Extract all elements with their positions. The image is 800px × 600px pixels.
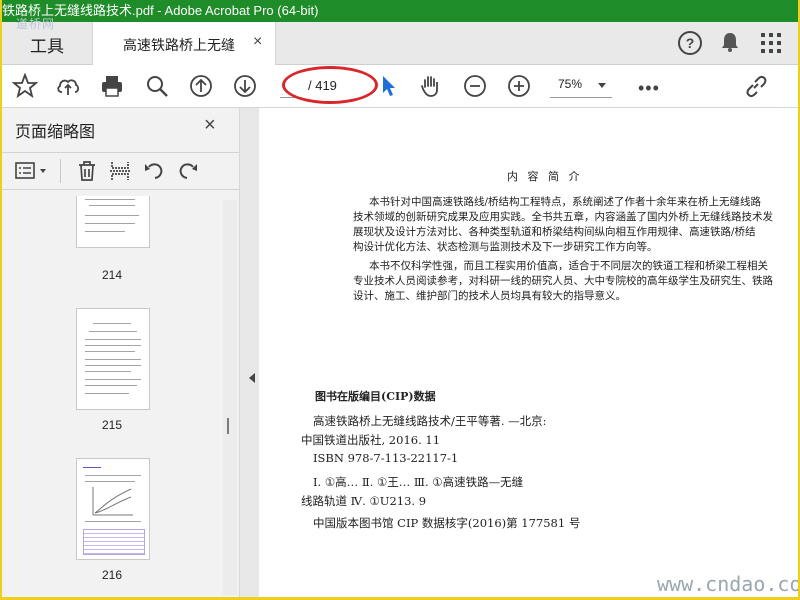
page-thumbnails-panel: 页面缩略图 × 214 215 216 bbox=[2, 108, 240, 597]
summary-line: 专业技术人员阅读参考，对科研一线的研究人员、大中专院校的高年级学生及研究生、铁路 bbox=[353, 275, 773, 287]
thumbnail-scrollbar-thumb[interactable] bbox=[227, 418, 229, 434]
zoom-level-value: 75% bbox=[558, 77, 583, 91]
title-bar: 铁路桥上无缝线路技术.pdf - Adobe Acrobat Pro (64-b… bbox=[2, 0, 798, 22]
summary-line: 技术领域的创新研究成果及应用实践。全书共五章，内容涵盖了国内外桥上无缝线路技术发 bbox=[353, 211, 773, 223]
more-tools-button[interactable]: ••• bbox=[638, 78, 660, 99]
print-icon[interactable] bbox=[99, 73, 125, 99]
thumbnail-scrollbar[interactable] bbox=[223, 200, 237, 595]
tab-bar: 工具 高速铁路桥上无缝 × ? bbox=[2, 22, 798, 65]
thumbnail-page[interactable] bbox=[76, 308, 150, 410]
zoom-level-select[interactable]: 75% bbox=[550, 73, 612, 98]
hand-tool-icon[interactable] bbox=[418, 73, 444, 99]
cip-line: 中国铁道出版社, 2016. 11 bbox=[301, 433, 441, 447]
main-toolbar: / 419 75% ••• bbox=[2, 65, 798, 156]
summary-line: 构设计优化方法、状态检测与监测技术及下一步研究工作方向等。 bbox=[353, 241, 658, 253]
highlight-annotation bbox=[282, 66, 378, 104]
thumbnail-table bbox=[83, 529, 145, 555]
thumbnail-label: 214 bbox=[101, 268, 123, 282]
tab-document[interactable]: 高速铁路桥上无缝 × bbox=[92, 22, 276, 65]
thumbnail-list: 214 215 216 bbox=[2, 196, 227, 596]
collapse-panel-arrow-icon[interactable] bbox=[249, 373, 255, 383]
zoom-out-icon[interactable] bbox=[462, 73, 488, 99]
chevron-down-icon bbox=[598, 83, 606, 88]
delete-page-icon[interactable] bbox=[75, 159, 99, 183]
panel-close-button[interactable]: × bbox=[204, 114, 216, 137]
document-view[interactable]: 内 容 简 介 本书针对中国高速铁路线/桥结构工程特点，系统阐述了作者十余年来在… bbox=[259, 108, 798, 597]
cip-line: 线路轨道 Ⅳ. ①U213. 9 bbox=[301, 494, 427, 508]
summary-title: 内 容 简 介 bbox=[507, 170, 583, 183]
bookmark-star-icon[interactable] bbox=[12, 73, 38, 99]
help-icon[interactable]: ? bbox=[678, 31, 702, 55]
cip-line: Ⅰ. ①高… Ⅱ. ①王… Ⅲ. ①高速铁路—无缝 bbox=[313, 475, 524, 489]
next-page-icon[interactable] bbox=[232, 73, 258, 99]
panel-title: 页面缩略图 bbox=[15, 124, 96, 141]
tab-close-button[interactable]: × bbox=[253, 33, 262, 51]
share-link-icon[interactable] bbox=[743, 73, 769, 99]
search-icon[interactable] bbox=[144, 73, 170, 99]
thumbnail-options-icon[interactable] bbox=[14, 159, 50, 183]
extract-page-icon[interactable] bbox=[108, 159, 132, 183]
summary-line: 本书针对中国高速铁路线/桥结构工程特点，系统阐述了作者十余年来在桥上无缝线路 bbox=[369, 196, 762, 208]
cip-line: 高速铁路桥上无缝线路技术/王平等著. —北京: bbox=[313, 414, 547, 428]
cloud-upload-icon[interactable] bbox=[55, 73, 81, 99]
notification-bell-icon[interactable] bbox=[719, 31, 741, 58]
thumbnail-label: 215 bbox=[101, 418, 123, 432]
zoom-in-icon[interactable] bbox=[506, 73, 532, 99]
apps-grid-icon[interactable] bbox=[761, 33, 781, 53]
tab-tools-label: 工具 bbox=[30, 37, 64, 56]
watermark: www.cndao.com bbox=[657, 572, 798, 596]
cip-number: 中国版本图书馆 CIP 数据核字(2016)第 177581 号 bbox=[313, 516, 581, 530]
thumbnail-toolbar bbox=[2, 152, 239, 190]
previous-page-icon[interactable] bbox=[188, 73, 214, 99]
cip-line: ISBN 978-7-113-22117-1 bbox=[313, 451, 459, 465]
thumbnail-page[interactable] bbox=[76, 458, 150, 560]
toolbar-divider bbox=[60, 159, 61, 183]
summary-line: 展现状及设计方法对比、各种类型轨道和桥梁结构间纵向相互作用规律、高速铁路/桥结 bbox=[353, 226, 756, 238]
thumbnail-label: 216 bbox=[101, 568, 123, 582]
summary-line: 设计、施工、维护部门的技术人员均具有较大的指导意义。 bbox=[353, 290, 626, 302]
cip-heading: 图书在版编目(CIP)数据 bbox=[315, 390, 436, 403]
thumbnail-page[interactable] bbox=[76, 196, 150, 248]
watermark-top: 道桥网 bbox=[16, 17, 56, 31]
thumbnail-figure bbox=[92, 487, 133, 516]
summary-line: 本书不仅科学性强，而且工程实用价值高，适合于不同层次的铁道工程和桥梁工程相关 bbox=[369, 260, 768, 272]
rotate-counterclockwise-icon[interactable] bbox=[142, 159, 166, 183]
rotate-clockwise-icon[interactable] bbox=[176, 159, 200, 183]
select-cursor-icon[interactable] bbox=[376, 73, 402, 99]
app-window: 铁路桥上无缝线路技术.pdf - Adobe Acrobat Pro (64-b… bbox=[2, 0, 798, 597]
tab-document-label: 高速铁路桥上无缝 bbox=[123, 37, 235, 53]
panel-collapse-strip[interactable] bbox=[240, 108, 259, 597]
